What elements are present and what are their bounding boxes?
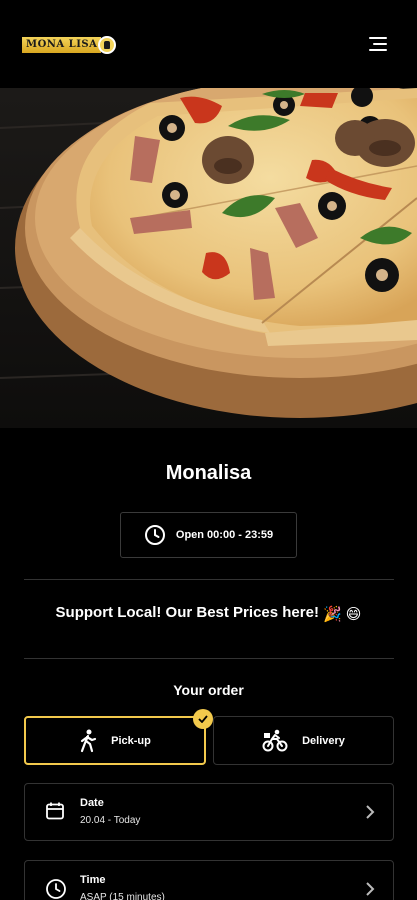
logo-wordmark: MONA LISA (22, 37, 102, 53)
promo-emoji: 🎉 😄 (322, 606, 362, 623)
hero-image (0, 88, 417, 428)
clock-icon (144, 525, 165, 545)
date-selector[interactable]: Date 20.04 - Today (24, 783, 394, 841)
clock-icon (46, 879, 66, 899)
delivery-option[interactable]: Delivery (213, 716, 394, 765)
store-name: Monalisa (165, 462, 252, 484)
time-title: Time (80, 874, 106, 886)
app-header: MONA LISA (0, 0, 417, 88)
crest-icon (98, 36, 117, 54)
opening-hours-badge: Open 00:00 - 23:59 (120, 512, 297, 558)
chevron-right-icon (366, 882, 375, 896)
calendar-icon (46, 802, 64, 820)
promo-text: Support Local! Our Best Prices here! (55, 604, 319, 621)
date-value: 20.04 - Today (80, 815, 141, 826)
chevron-right-icon (366, 805, 375, 819)
checkmark-icon (193, 709, 213, 729)
time-value: ASAP (15 minutes) (80, 892, 165, 900)
pickup-label: Pick-up (111, 734, 151, 747)
promo-banner: Support Local! Our Best Prices here! 🎉 😄 (0, 604, 417, 623)
pizza-photo (0, 88, 417, 428)
date-title: Date (80, 797, 104, 809)
time-selector[interactable]: Time ASAP (15 minutes) (24, 860, 394, 900)
hamburger-menu-icon[interactable] (369, 37, 387, 51)
opening-hours-text: Open 00:00 - 23:59 (175, 529, 274, 541)
order-section-title: Your order (173, 682, 244, 698)
bicycle-courier-icon (262, 729, 288, 751)
pickup-option[interactable]: Pick-up (24, 709, 213, 765)
delivery-label: Delivery (302, 734, 345, 747)
walking-person-icon (81, 729, 97, 752)
divider (24, 658, 394, 659)
brand-logo[interactable]: MONA LISA (22, 35, 117, 55)
divider (24, 579, 394, 580)
